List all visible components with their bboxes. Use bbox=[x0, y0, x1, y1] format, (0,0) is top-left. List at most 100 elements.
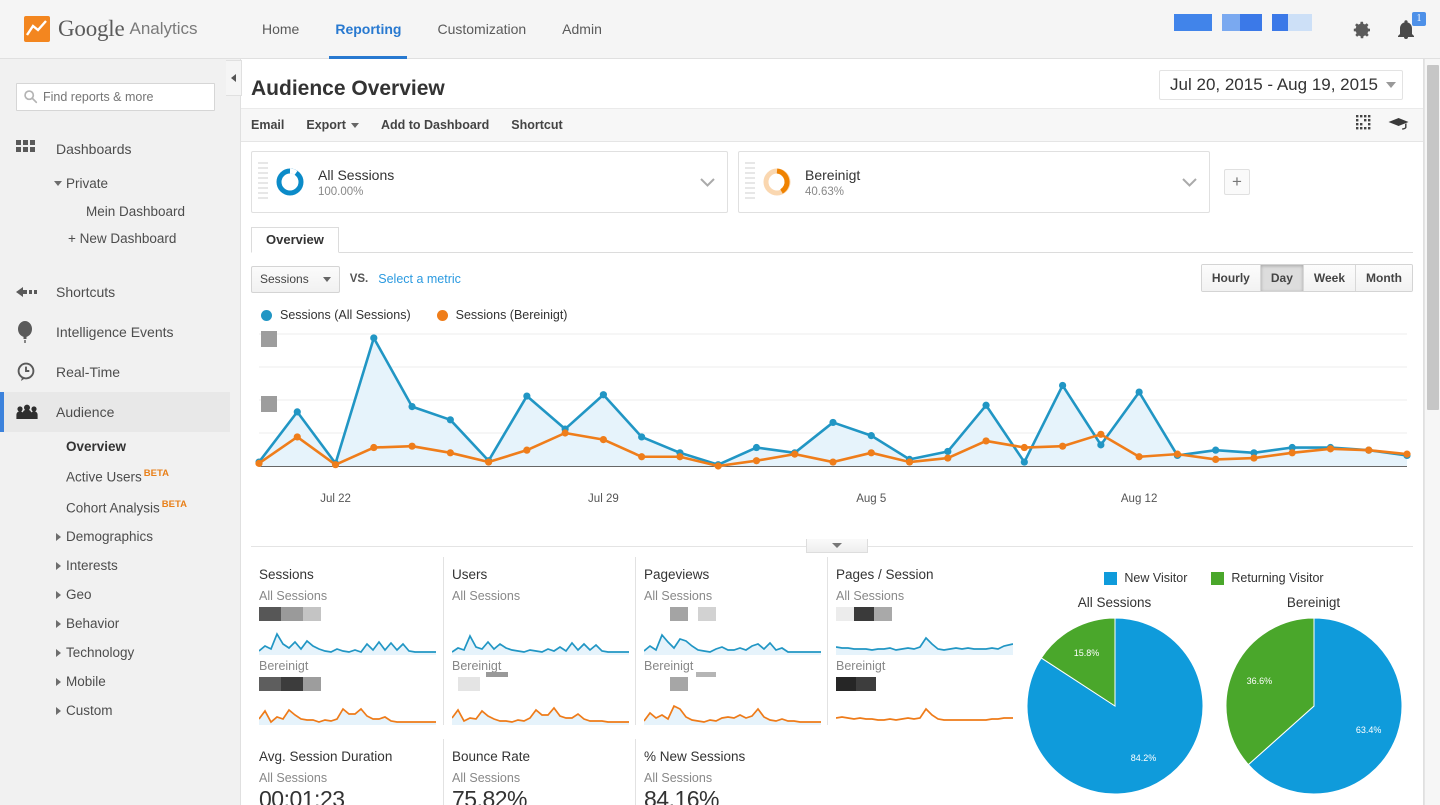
sidebar-label-geo: Geo bbox=[66, 587, 92, 602]
sparkline-bereinigt bbox=[258, 697, 436, 725]
chevron-down-icon bbox=[832, 543, 842, 548]
segment-all-sessions[interactable]: All Sessions 100.00% bbox=[251, 151, 728, 213]
pie-legend-label-returning: Returning Visitor bbox=[1231, 571, 1324, 585]
sidebar-item-technology[interactable]: Technology bbox=[0, 638, 230, 667]
email-button[interactable]: Email bbox=[251, 118, 284, 132]
metric-card-bounce-rate[interactable]: Bounce Rate All Sessions 75.82% bbox=[443, 739, 635, 805]
pie-legend: New Visitor Returning Visitor bbox=[1015, 571, 1413, 585]
metric-card-segment2-label: Bereinigt bbox=[836, 659, 886, 673]
metric-card-percent-new-sessions[interactable]: % New Sessions All Sessions 84.16% bbox=[635, 739, 827, 805]
property-selector-redacted[interactable] bbox=[1222, 14, 1262, 31]
sidebar-item-real-time[interactable]: Real-Time bbox=[0, 352, 230, 392]
sidebar-item-overview[interactable]: Overview bbox=[0, 432, 230, 461]
pie-chart-all-sessions[interactable]: All Sessions 84.2% 15.8% bbox=[1023, 595, 1207, 803]
shortcut-button[interactable]: Shortcut bbox=[511, 118, 562, 132]
graduation-cap-icon[interactable] bbox=[1388, 116, 1409, 137]
granularity-hourly[interactable]: Hourly bbox=[1201, 265, 1261, 291]
chevron-down-icon[interactable] bbox=[700, 174, 715, 187]
segment-drag-handle[interactable] bbox=[258, 162, 268, 202]
pie-legend-new-visitor[interactable]: New Visitor bbox=[1104, 571, 1187, 585]
sidebar-item-audience[interactable]: Audience bbox=[0, 392, 230, 432]
sidebar-item-active-users[interactable]: Active Users BETA bbox=[0, 461, 230, 492]
x-tick-label: Jul 22 bbox=[320, 493, 351, 505]
sidebar-label-overview: Overview bbox=[66, 439, 127, 454]
chevron-down-icon[interactable] bbox=[1182, 174, 1197, 187]
sidebar-item-shortcuts[interactable]: Shortcuts bbox=[0, 272, 230, 312]
add-to-dashboard-button[interactable]: Add to Dashboard bbox=[381, 118, 489, 132]
google-analytics-logo[interactable]: Google Analytics bbox=[24, 16, 198, 42]
search-input[interactable] bbox=[16, 83, 215, 111]
sidebar-item-cohort-analysis[interactable]: Cohort Analysis BETA bbox=[0, 492, 230, 523]
sidebar-item-custom[interactable]: Custom bbox=[0, 696, 230, 725]
tab-overview[interactable]: Overview bbox=[251, 227, 339, 253]
view-selector-redacted[interactable] bbox=[1272, 14, 1312, 31]
sidebar-item-dashboards[interactable]: Dashboards bbox=[0, 129, 230, 169]
legend-swatch-blue bbox=[1104, 571, 1118, 585]
page-scrollbar[interactable] bbox=[1424, 59, 1440, 805]
sidebar-collapse-button[interactable] bbox=[226, 60, 242, 96]
segment-text: Bereinigt 40.63% bbox=[805, 167, 860, 198]
notification-badge[interactable]: 1 bbox=[1412, 12, 1426, 26]
x-tick-label: Jul 29 bbox=[588, 493, 619, 505]
legend-item-bereinigt[interactable]: Sessions (Bereinigt) bbox=[436, 308, 567, 322]
pie-chart-bereinigt[interactable]: Bereinigt 63.4% 36.6% bbox=[1222, 595, 1406, 803]
sidebar-label-mobile: Mobile bbox=[66, 674, 106, 689]
nav-admin[interactable]: Admin bbox=[544, 0, 620, 59]
gear-icon[interactable] bbox=[1350, 18, 1374, 42]
select-a-metric-link[interactable]: Select a metric bbox=[378, 272, 461, 286]
date-range-picker[interactable]: Jul 20, 2015 - Aug 19, 2015 bbox=[1159, 70, 1403, 100]
sparkline-svg-orange bbox=[258, 707, 436, 725]
sidebar-item-interests[interactable]: Interests bbox=[0, 551, 230, 580]
beta-badge: BETA bbox=[143, 468, 169, 479]
chart-collapse-toggle[interactable] bbox=[806, 539, 868, 553]
granularity-day[interactable]: Day bbox=[1260, 265, 1304, 291]
granularity-month[interactable]: Month bbox=[1356, 265, 1412, 291]
chevron-right-icon bbox=[56, 678, 61, 686]
sidebar-item-private[interactable]: Private bbox=[0, 169, 230, 198]
sidebar-item-mein-dashboard[interactable]: Mein Dashboard bbox=[0, 198, 230, 225]
add-to-dashboard-label: Add to Dashboard bbox=[380, 118, 490, 132]
add-segment-button[interactable]: + bbox=[1224, 169, 1250, 195]
pie-legend-returning-visitor[interactable]: Returning Visitor bbox=[1211, 571, 1324, 585]
metric-card-sessions[interactable]: Sessions All Sessions Bereinigt bbox=[251, 557, 443, 725]
sidebar-item-intelligence-events[interactable]: Intelligence Events bbox=[0, 312, 230, 352]
legend-item-all-sessions[interactable]: Sessions (All Sessions) bbox=[261, 308, 411, 322]
sidebar-label-private: Private bbox=[66, 176, 109, 191]
account-property-view-selectors-redacted[interactable] bbox=[1174, 14, 1312, 31]
metric-card-value: 84.16% bbox=[644, 786, 720, 805]
nav-reporting[interactable]: Reporting bbox=[317, 0, 419, 59]
segment-drag-handle[interactable] bbox=[745, 162, 755, 202]
segment-bereinigt[interactable]: Bereinigt 40.63% bbox=[738, 151, 1210, 213]
sidebar-item-geo[interactable]: Geo bbox=[0, 580, 230, 609]
dotted-grid-icon[interactable] bbox=[1356, 115, 1374, 138]
export-label: Export bbox=[306, 118, 346, 132]
scrollbar-thumb[interactable] bbox=[1427, 65, 1439, 410]
sidebar-item-demographics[interactable]: Demographics bbox=[0, 522, 230, 551]
sidebar-item-mobile[interactable]: Mobile bbox=[0, 667, 230, 696]
metric-card-pages-per-session[interactable]: Pages / Session All Sessions Bereinigt bbox=[827, 557, 1019, 725]
account-selector-redacted[interactable] bbox=[1174, 14, 1212, 31]
sessions-line-chart[interactable]: Jul 22 Jul 29 Aug 5 Aug 12 bbox=[251, 328, 1413, 505]
sidebar-item-behavior[interactable]: Behavior bbox=[0, 609, 230, 638]
nav-main-group: Shortcuts Intelligence Events Real-Time … bbox=[0, 272, 230, 725]
metric-card-pageviews[interactable]: Pageviews All Sessions Bereinigt bbox=[635, 557, 827, 725]
nav-customization[interactable]: Customization bbox=[419, 0, 544, 59]
granularity-week[interactable]: Week bbox=[1303, 265, 1357, 291]
sparkline-bereinigt bbox=[451, 697, 629, 725]
beta-badge: BETA bbox=[161, 498, 187, 510]
metric-value-redacted bbox=[452, 607, 627, 621]
metric-card-title: Bounce Rate bbox=[452, 749, 531, 764]
metric-select-sessions[interactable]: Sessions bbox=[251, 265, 340, 293]
y-axis-label-redacted-top bbox=[261, 331, 277, 347]
metric-cards-grid: Sessions All Sessions Bereinigt Users Al… bbox=[251, 557, 1021, 805]
export-button[interactable]: Export bbox=[306, 118, 359, 132]
metric-value-redacted bbox=[836, 607, 1011, 621]
sparkline-svg-blue bbox=[643, 633, 821, 655]
sidebar-label-mein-dashboard: Mein Dashboard bbox=[86, 204, 186, 219]
metric-value2-redacted bbox=[452, 672, 627, 691]
metric-card-avg-session-duration[interactable]: Avg. Session Duration All Sessions 00:01… bbox=[251, 739, 443, 805]
metric-card-value: 00:01:23 bbox=[259, 786, 345, 805]
nav-home[interactable]: Home bbox=[244, 0, 317, 59]
sidebar-item-new-dashboard[interactable]: + New Dashboard bbox=[0, 225, 230, 252]
metric-card-users[interactable]: Users All Sessions Bereinigt bbox=[443, 557, 635, 725]
